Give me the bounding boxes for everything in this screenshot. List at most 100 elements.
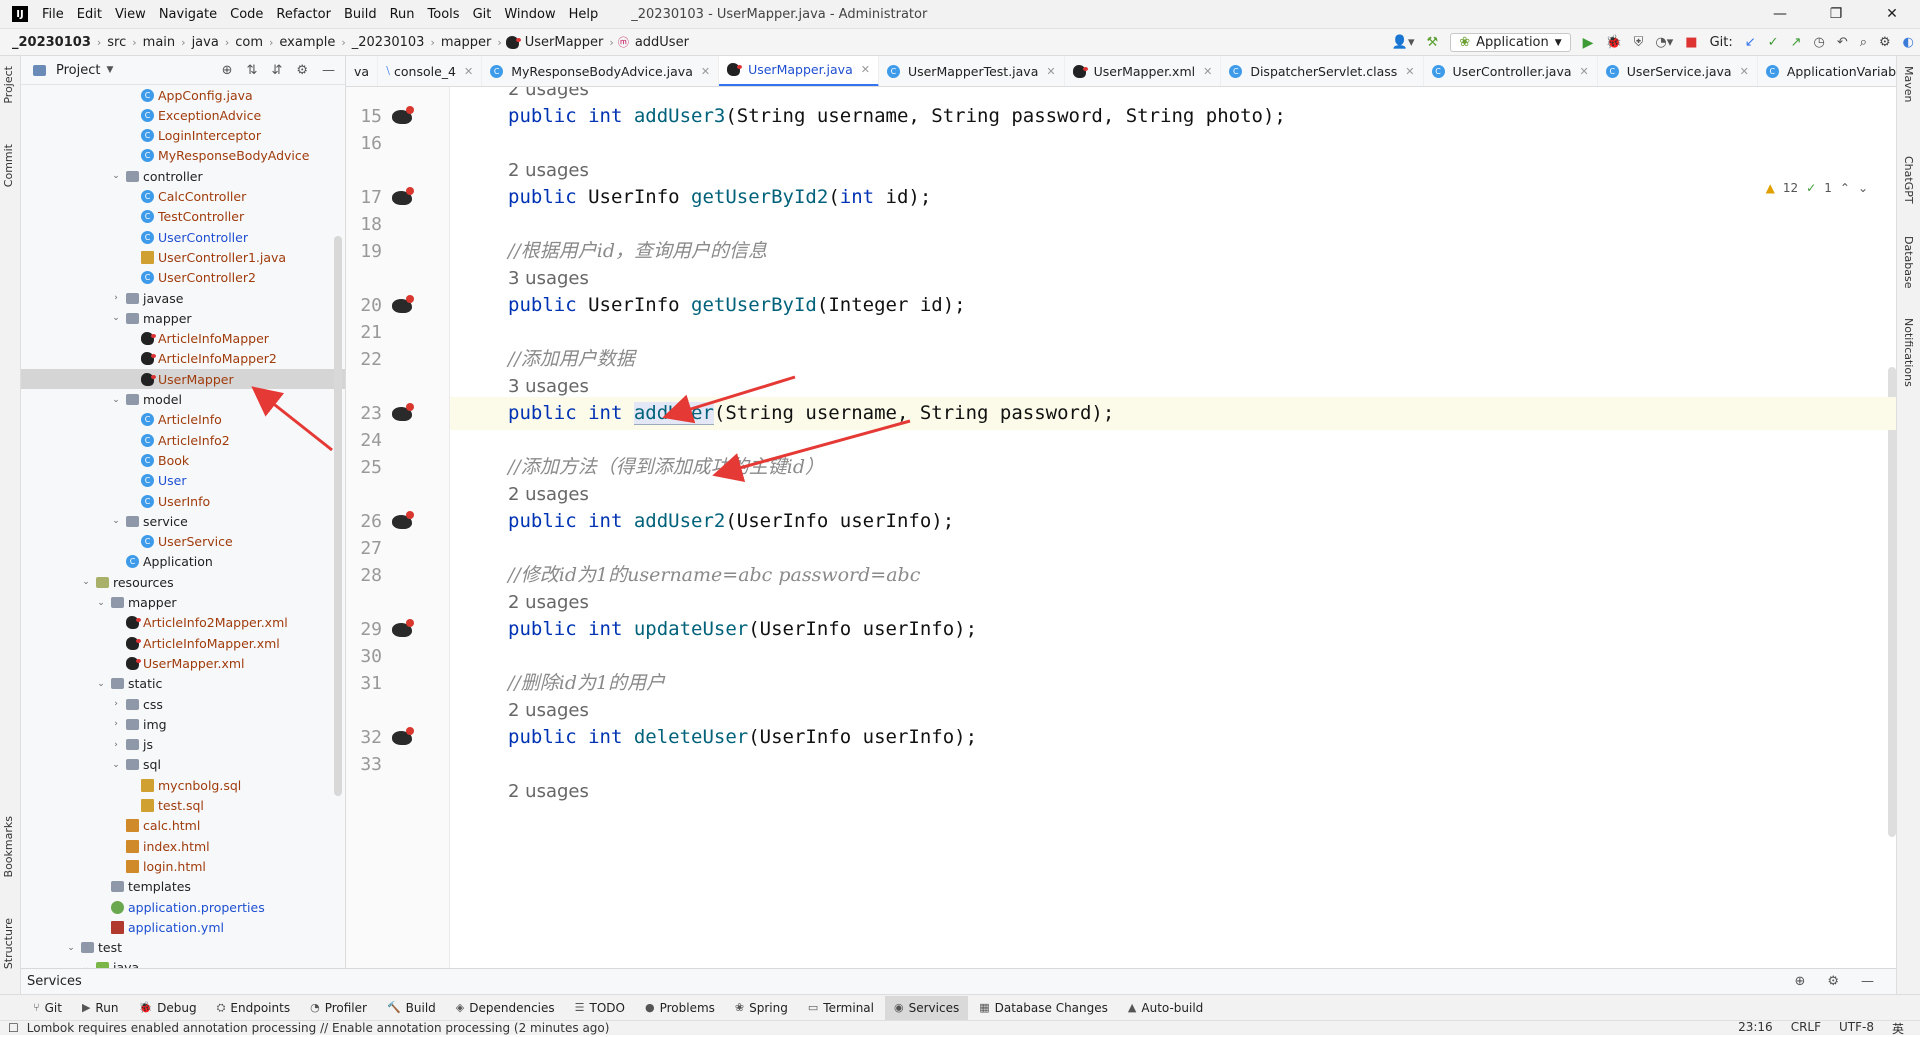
tree-node-controller[interactable]: ⌄ controller	[110, 166, 202, 186]
tree-node-mycnbolg-sql[interactable]: mycnbolg.sql	[125, 775, 241, 795]
chevron-right-icon[interactable]: ›	[110, 699, 122, 709]
tab-dispatcherservlet-class[interactable]: C DispatcherServlet.class ✕	[1221, 56, 1424, 86]
tool-window-auto-build[interactable]: ▲ Auto-build	[1119, 996, 1212, 1020]
breadcrumb-adduser[interactable]: addUser	[629, 35, 695, 50]
checkbox-icon[interactable]: ☐	[8, 1021, 19, 1035]
plugin-icon[interactable]: ◐	[1903, 35, 1914, 50]
tree-node-login-html[interactable]: login.html	[110, 856, 206, 876]
chevron-down-icon[interactable]: ⌄	[65, 943, 77, 953]
close-icon[interactable]: ✕	[464, 65, 473, 78]
project-scrollbar[interactable]	[334, 236, 342, 796]
breadcrumb-main[interactable]: main	[137, 35, 181, 50]
chevron-down-icon[interactable]: ⌄	[110, 760, 122, 770]
close-icon[interactable]: ✕	[1203, 65, 1212, 78]
tree-node-model[interactable]: ⌄ model	[110, 390, 182, 410]
chevron-down-icon[interactable]: ▼	[106, 65, 113, 75]
bookmarks-tool-button[interactable]: Bookmarks	[2, 816, 15, 877]
expand-all-icon[interactable]: ⇅	[247, 63, 258, 78]
breadcrumb-20230103[interactable]: _20230103	[6, 35, 97, 50]
tree-node-templates[interactable]: templates	[95, 877, 191, 897]
profile-icon[interactable]: ◔▾	[1655, 35, 1673, 50]
tree-node-articleinfo2mapper-xml[interactable]: ArticleInfo2Mapper.xml	[110, 613, 288, 633]
breadcrumb-20230103[interactable]: _20230103	[346, 35, 431, 50]
chevron-down-icon[interactable]: ⌄	[95, 598, 107, 608]
tree-node-book[interactable]: C Book	[125, 450, 189, 470]
tree-node-java[interactable]: ⌄ java	[80, 958, 139, 968]
commit-tool-button[interactable]: Commit	[2, 144, 15, 187]
tree-node-usercontroller1-java[interactable]: UserController1.java	[125, 247, 286, 267]
hide-icon[interactable]: —	[1861, 974, 1874, 989]
tree-node-articleinfomapper2[interactable]: ArticleInfoMapper2	[125, 349, 277, 369]
tab-usermapper-java[interactable]: UserMapper.java ✕	[719, 56, 879, 86]
gear-icon[interactable]: ⚙	[1879, 35, 1891, 50]
line-separator[interactable]: CRLF	[1791, 1020, 1821, 1037]
mybatis-navigate-icon[interactable]	[392, 511, 414, 531]
chevron-down-icon[interactable]: ⌄	[110, 313, 122, 323]
mybatis-navigate-icon[interactable]	[392, 295, 414, 315]
tool-window-problems[interactable]: ● Problems	[636, 996, 724, 1020]
tree-node-mapper[interactable]: ⌄ mapper	[110, 308, 191, 328]
breadcrumb-mapper[interactable]: mapper	[435, 35, 497, 50]
tab-usermappertest-java[interactable]: C UserMapperTest.java ✕	[879, 56, 1065, 86]
tool-window-services[interactable]: ◉ Services	[885, 995, 969, 1020]
menu-file[interactable]: File	[42, 7, 64, 22]
tree-node-index-html[interactable]: index.html	[110, 836, 210, 856]
project-panel-title[interactable]: Project	[56, 63, 100, 78]
tool-window-profiler[interactable]: ◔ Profiler	[301, 996, 376, 1020]
tab-usermapper-xml[interactable]: UserMapper.xml ✕	[1065, 56, 1222, 86]
close-icon[interactable]: ✕	[861, 63, 870, 76]
tree-node-usermapper[interactable]: UserMapper	[125, 369, 234, 389]
tab-applicationvariable-java[interactable]: C ApplicationVariable.java	[1758, 56, 1896, 86]
chevron-down-icon[interactable]: ⌄	[80, 577, 92, 587]
ime-language[interactable]: 英	[1892, 1020, 1904, 1037]
tree-node-calc-html[interactable]: calc.html	[110, 816, 200, 836]
tab-usercontroller-java[interactable]: C UserController.java ✕	[1424, 56, 1598, 86]
maven-tool-button[interactable]: Maven	[1902, 66, 1915, 102]
tree-node-user[interactable]: C User	[125, 471, 187, 491]
tree-node-usermapper-xml[interactable]: UserMapper.xml	[110, 653, 245, 673]
chevron-down-icon[interactable]: ⌄	[95, 679, 107, 689]
tree-node-application[interactable]: C Application	[110, 552, 213, 572]
tree-node-js[interactable]: › js	[110, 735, 153, 755]
chevron-right-icon[interactable]: ›	[110, 740, 122, 750]
gear-icon[interactable]: ⚙	[296, 63, 308, 78]
close-icon[interactable]: ✕	[1580, 65, 1589, 78]
mybatis-navigate-icon[interactable]	[392, 727, 414, 747]
tree-node-articleinfomapper[interactable]: ArticleInfoMapper	[125, 329, 269, 349]
tree-node-userinfo[interactable]: C UserInfo	[125, 491, 210, 511]
debug-icon[interactable]: 🐞	[1605, 35, 1621, 50]
tree-node-sql[interactable]: ⌄ sql	[110, 755, 161, 775]
tool-window-build[interactable]: 🔨 Build	[378, 996, 445, 1020]
menu-code[interactable]: Code	[230, 7, 263, 22]
chevron-down-icon[interactable]: ⌄	[110, 171, 122, 181]
tool-window-run[interactable]: ▶ Run	[73, 996, 127, 1020]
collapse-all-icon[interactable]: ⇵	[271, 63, 282, 78]
tree-node-test[interactable]: ⌄ test	[65, 938, 122, 958]
tool-window-database-changes[interactable]: ▦ Database Changes	[970, 996, 1117, 1020]
breadcrumb-example[interactable]: example	[273, 35, 341, 50]
breadcrumb-usermapper[interactable]: UserMapper	[519, 35, 610, 50]
minimize-icon[interactable]: —	[1752, 0, 1808, 29]
status-message[interactable]: Lombok requires enabled annotation proce…	[27, 1021, 610, 1035]
chevron-down-icon[interactable]: ⌄	[1858, 181, 1868, 195]
database-tool-button[interactable]: Database	[1902, 236, 1915, 289]
history-icon[interactable]: ◷	[1813, 35, 1824, 50]
tree-node-myresponsebodyadvice[interactable]: C MyResponseBodyAdvice	[125, 146, 309, 166]
tool-window-git[interactable]: ⑂ Git	[24, 996, 71, 1020]
mybatis-navigate-icon[interactable]	[392, 619, 414, 639]
coverage-icon[interactable]: ⛨	[1634, 35, 1644, 50]
tool-window-terminal[interactable]: ▭ Terminal	[799, 996, 883, 1020]
tree-node-static[interactable]: ⌄ static	[95, 674, 162, 694]
structure-tool-button[interactable]: Structure	[2, 918, 15, 969]
chevron-right-icon[interactable]: ›	[110, 293, 122, 303]
menu-window[interactable]: Window	[504, 7, 555, 22]
locate-icon[interactable]: ⊕	[222, 63, 233, 78]
mybatis-navigate-icon[interactable]	[392, 187, 414, 207]
tab-userservice-java[interactable]: C UserService.java ✕	[1598, 56, 1758, 86]
close-icon[interactable]: ✕	[1864, 0, 1920, 29]
mybatis-navigate-icon[interactable]	[392, 403, 414, 423]
breadcrumb-com[interactable]: com	[229, 35, 269, 50]
menu-view[interactable]: View	[115, 7, 146, 22]
menu-build[interactable]: Build	[344, 7, 377, 22]
code-editor[interactable]: ▲ 12 ✓ 1 ⌃ ⌄ 2 usages public int addUser3…	[450, 87, 1896, 968]
